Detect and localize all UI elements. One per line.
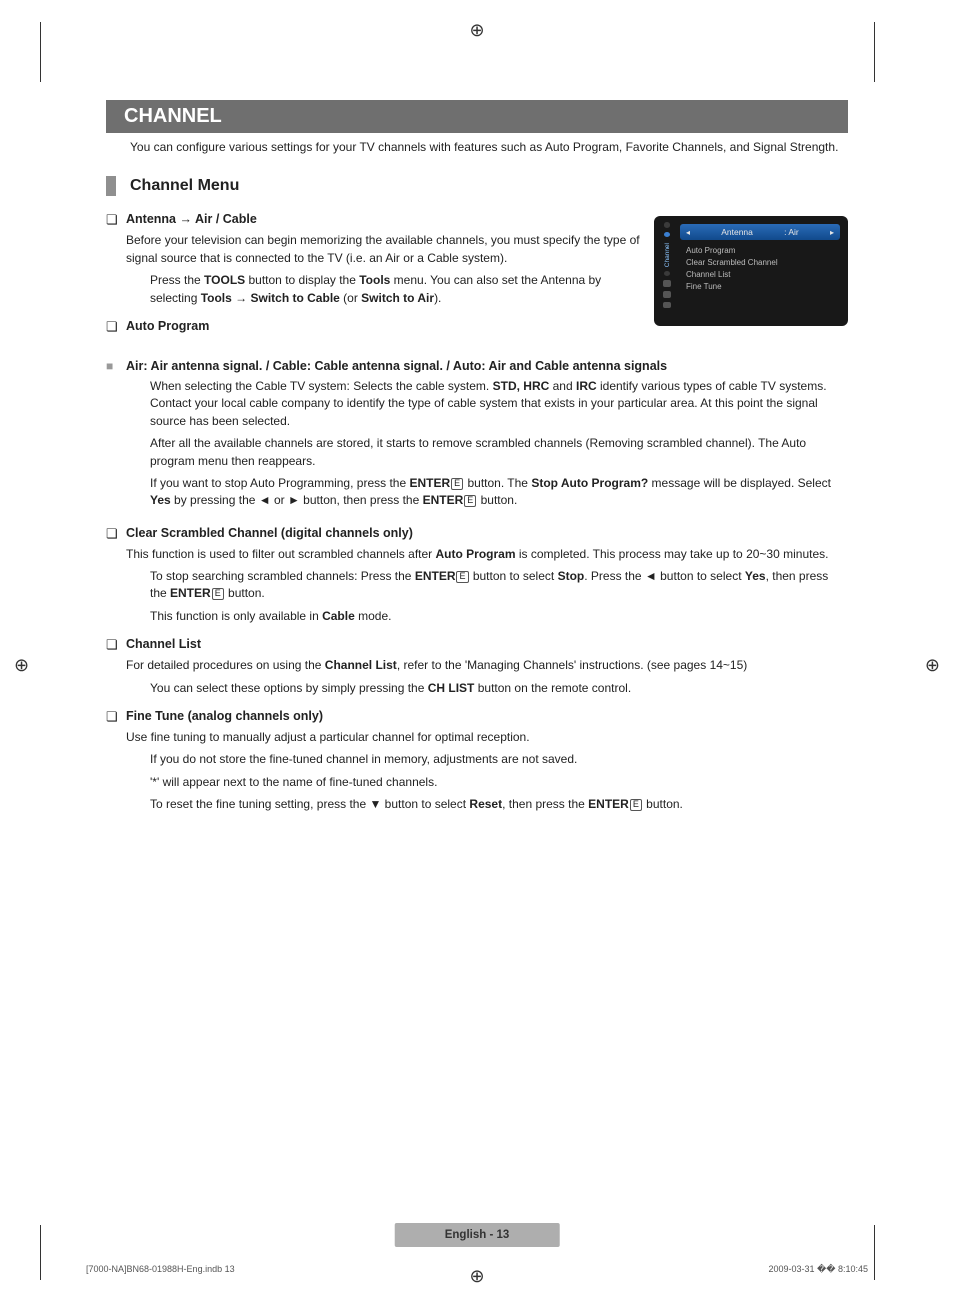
bullet-icon: ❏ [106, 212, 126, 228]
note-icon [126, 378, 150, 430]
note-antenna-tools: Press the TOOLS button to display the To… [150, 272, 642, 307]
bullet-icon: ❏ [106, 637, 126, 653]
heading-channel-list: Channel List [126, 637, 201, 653]
osd-list-item: Auto Program [680, 244, 840, 256]
enter-icon: E [212, 588, 224, 600]
osd-sel-label: Antenna [721, 227, 753, 237]
body-clear-scrambled: This function is used to filter out scra… [106, 546, 848, 563]
osd-side-dot [664, 222, 670, 227]
osd-panel: Channel ◂ Antenna : Air ▸ Auto Program [654, 216, 848, 326]
enter-icon: E [451, 478, 463, 490]
page-number: English - 13 [395, 1223, 560, 1247]
note-icon [126, 435, 150, 470]
footer-time: 2009-03-31 �� 8:10:45 [768, 1264, 868, 1275]
body-channel-list: For detailed procedures on using the Cha… [106, 657, 848, 674]
note-ft-star: '*' will appear next to the name of fine… [150, 774, 437, 791]
channel-menu-title: Channel Menu [130, 177, 239, 195]
osd-sel-value: : Air [784, 227, 799, 237]
tool-icon [126, 272, 150, 307]
osd-side-icon [663, 291, 671, 298]
note-icon [126, 751, 150, 768]
note-icon [126, 774, 150, 791]
item-antenna: ❏ Antenna → Air / Cable Before your tele… [106, 212, 642, 307]
heading-fine-tune: Fine Tune (analog channels only) [126, 709, 323, 725]
bullet-icon: ❏ [106, 709, 126, 725]
print-footer: [7000-NA]BN68-01988H-Eng.indb 13 2009-03… [86, 1264, 868, 1275]
heading-auto-program: Auto Program [126, 319, 209, 335]
crop-mark [874, 1225, 879, 1280]
note-remove-scrambled: After all the available channels are sto… [150, 435, 848, 470]
registration-mark-icon: ⊕ [925, 655, 940, 676]
bullet-icon: ❏ [106, 319, 126, 335]
note-ch-list: You can select these options by simply p… [150, 680, 631, 697]
enter-icon: E [630, 799, 642, 811]
osd-right-arrow-icon: ▸ [830, 228, 834, 237]
note-icon [126, 796, 150, 813]
footer-doc: [7000-NA]BN68-01988H-Eng.indb 13 [86, 1264, 235, 1275]
registration-mark-icon: ⊕ [469, 20, 484, 41]
osd-list: Auto Program Clear Scrambled Channel Cha… [680, 244, 840, 292]
heading-antenna: Antenna → Air / Cable [126, 212, 257, 228]
item-auto-program: ❏ Auto Program [106, 319, 642, 335]
subheading-signals-text: Air: Air antenna signal. / Cable: Cable … [126, 359, 667, 373]
note-cable-system: When selecting the Cable TV system: Sele… [150, 378, 848, 430]
enter-icon: E [456, 571, 468, 583]
heading-clear-scrambled: Clear Scrambled Channel (digital channel… [126, 526, 413, 542]
note-ft-reset: To reset the fine tuning setting, press … [150, 796, 683, 813]
note-ft-memory: If you do not store the fine-tuned chann… [150, 751, 577, 768]
remote-icon [126, 680, 150, 697]
note-icon [126, 608, 150, 625]
item-channel-list: ❏ Channel List For detailed procedures o… [106, 637, 848, 697]
osd-list-item: Fine Tune [680, 280, 840, 292]
section-title: CHANNEL [106, 100, 848, 133]
page-content: CHANNEL You can configure various settin… [106, 100, 848, 826]
bullet-icon: ❏ [106, 526, 126, 542]
crop-mark [40, 22, 45, 82]
crop-mark [874, 22, 879, 82]
note-stop-scrambled: To stop searching scrambled channels: Pr… [150, 568, 848, 603]
osd-side-dot [664, 271, 670, 276]
item-fine-tune: ❏ Fine Tune (analog channels only) Use f… [106, 709, 848, 814]
registration-mark-icon: ⊕ [14, 655, 29, 676]
osd-side-icon [663, 280, 671, 287]
subheading-signals: ■ Air: Air antenna signal. / Cable: Cabl… [106, 359, 848, 373]
osd-left-arrow-icon: ◂ [686, 228, 690, 237]
osd-side-dot-active [664, 232, 670, 237]
square-bullet-icon: ■ [106, 359, 126, 373]
osd-selected-row: ◂ Antenna : Air ▸ [680, 224, 840, 240]
osd-side-label: Channel [664, 243, 671, 267]
enter-icon: E [464, 495, 476, 507]
body-antenna: Before your television can begin memoriz… [106, 232, 642, 267]
osd-list-item: Channel List [680, 268, 840, 280]
note-stop-auto: If you want to stop Auto Programming, pr… [150, 475, 848, 510]
item-clear-scrambled: ❏ Clear Scrambled Channel (digital chann… [106, 526, 848, 626]
channel-menu-header: Channel Menu [106, 176, 848, 196]
osd-list-item: Clear Scrambled Channel [680, 256, 840, 268]
crop-mark [40, 1225, 45, 1280]
section-intro: You can configure various settings for y… [106, 139, 848, 156]
body-fine-tune: Use fine tuning to manually adjust a par… [106, 729, 848, 746]
osd-side-icon [663, 302, 671, 309]
note-cable-only: This function is only available in Cable… [150, 608, 391, 625]
heading-bar-icon [106, 176, 116, 196]
note-icon [126, 568, 150, 603]
note-icon [126, 475, 150, 510]
